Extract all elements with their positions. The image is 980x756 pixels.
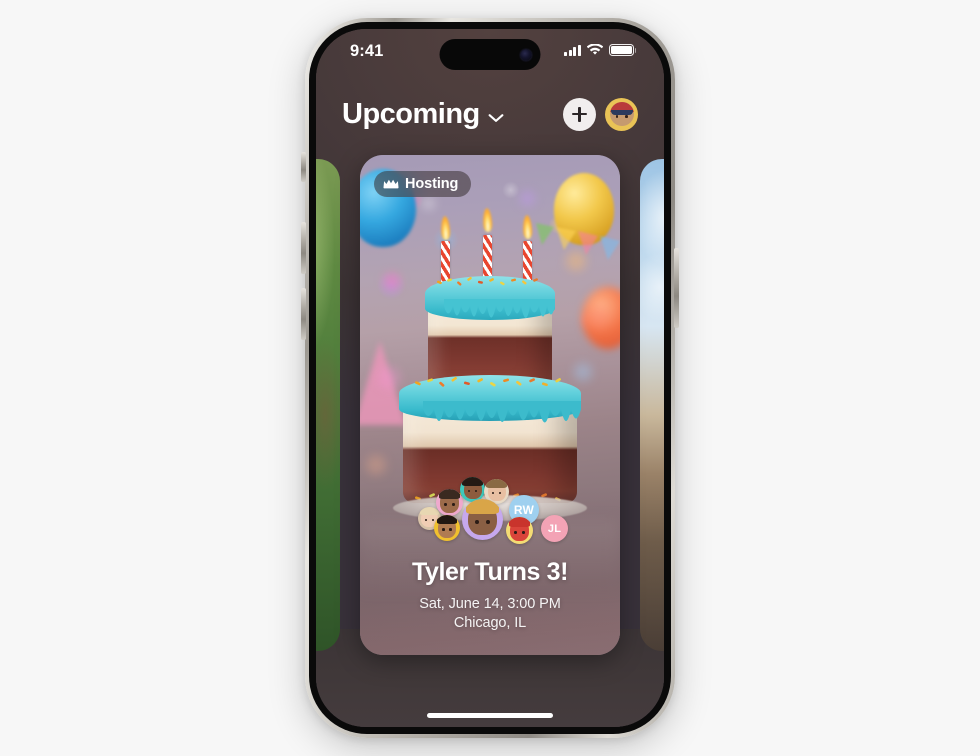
front-camera-icon [520,49,532,60]
page-title-dropdown[interactable]: Upcoming [342,98,504,131]
bokeh-dot [520,191,535,206]
previous-event-card[interactable] [316,159,340,651]
silent-switch-button[interactable] [301,152,306,182]
power-button[interactable] [674,248,679,328]
status-bar-indicators [564,44,637,56]
cake-sprinkles [433,275,547,291]
memoji-eye [431,518,434,522]
avatar-initials: JL [547,522,562,535]
memoji-eye [474,520,479,525]
avatar [609,102,634,126]
next-event-card[interactable] [640,159,664,651]
memoji-face [508,517,531,542]
status-bar: 9:41 [316,29,664,75]
attendee-avatar-memoji[interactable] [462,499,503,540]
cake-sprinkles [411,375,569,393]
header-actions [563,97,638,131]
memoji-eye [425,518,428,522]
memoji-eye [514,530,517,534]
candle-flame-icon [440,215,451,241]
memoji-hair [438,489,461,499]
hosting-badge: Hosting [374,171,472,197]
wifi-icon [587,44,603,55]
event-title: Tyler Turns 3! [411,558,568,586]
memoji-hair [486,479,507,488]
memoji-eye [491,491,495,495]
battery-icon [609,44,637,56]
crown-icon [383,179,399,189]
memoji-eye [449,528,452,532]
memoji-eye [486,520,491,525]
memoji-face [462,477,483,500]
add-event-button[interactable] [563,97,596,131]
memoji-hair [508,517,531,527]
memoji-face [465,499,500,536]
plus-icon [572,106,587,122]
iphone-device-frame: 9:41 Upcoming Hosting RW JL Tyler Turns … [305,18,675,738]
attendee-avatar-memoji[interactable] [506,517,533,544]
page-title: Upcoming [342,97,480,130]
memoji-eye [474,489,478,493]
event-datetime: Sat, June 14, 3:00 PM [419,596,561,612]
attendee-avatar-initials[interactable]: JL [541,515,568,542]
volume-up-button[interactable] [301,222,306,274]
memoji-face [438,489,461,514]
event-location: Chicago, IL [453,615,527,631]
status-bar-time: 9:41 [350,42,384,60]
avatar-initials: RW [513,503,535,517]
volume-down-button[interactable] [301,288,306,340]
chevron-down-icon[interactable] [488,113,504,123]
memoji-hair [462,477,483,486]
memoji-cap [609,102,634,115]
attendee-avatar-cluster[interactable]: RW JL [360,477,620,544]
navigation-header: Upcoming [316,91,664,137]
icing-drips [399,401,581,423]
birthday-cake-illustration [393,207,587,521]
bokeh-dot [422,197,435,210]
event-card[interactable]: Hosting RW JL Tyler Turns 3! Sat, June 14… [360,155,620,655]
memoji-face [436,515,458,539]
memoji-hair [420,507,439,516]
memoji-hair [436,515,458,525]
profile-avatar-button[interactable] [605,97,638,131]
memoji-eye [452,502,455,506]
battery-level [611,46,632,54]
event-details: Tyler Turns 3! Sat, June 14, 3:00 PM Chi… [360,558,620,631]
memoji-eye [522,530,525,534]
bokeh-dot [366,455,386,475]
hosting-badge-label: Hosting [405,176,459,192]
event-card-carousel[interactable]: Hosting RW JL Tyler Turns 3! Sat, June 14… [316,155,664,655]
memoji-eye [498,491,502,495]
cellular-signal-icon [564,44,581,56]
memoji-eye [442,528,445,532]
memoji-face [486,479,507,502]
home-indicator[interactable] [427,713,553,718]
memoji-eye [467,489,471,493]
memoji-eye [444,502,447,506]
attendee-avatar-memoji[interactable] [436,489,463,516]
bokeh-dot [586,305,610,329]
attendee-avatar-memoji[interactable] [434,515,460,541]
candle-flame-icon [522,214,533,240]
memoji-eyes [615,115,629,118]
icing-drips [425,299,555,318]
dynamic-island [439,39,541,70]
device-screen: 9:41 Upcoming Hosting RW JL Tyler Turns … [316,29,664,727]
memoji-hair [465,499,500,514]
